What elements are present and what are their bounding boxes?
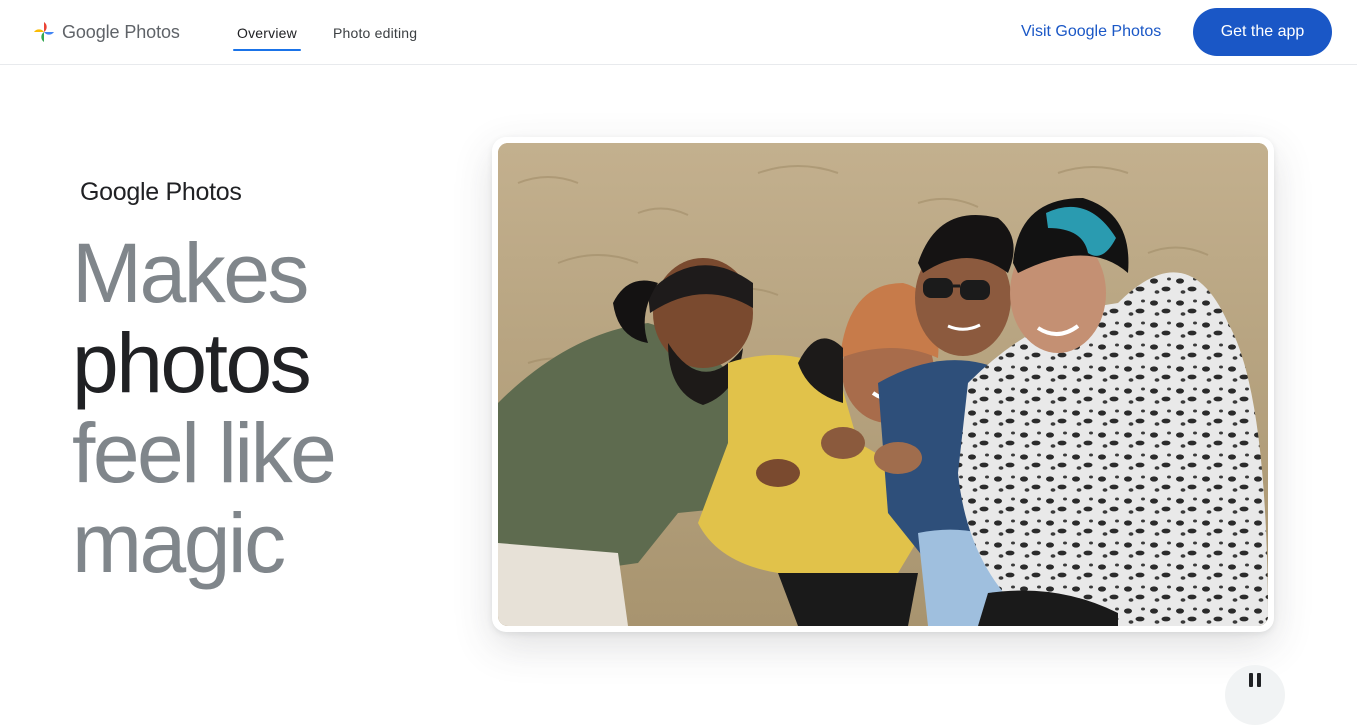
logo-photos-word: Photos (124, 21, 180, 42)
get-the-app-button[interactable]: Get the app (1193, 8, 1332, 56)
tab-photo-editing[interactable]: Photo editing (329, 0, 421, 65)
hero-product-wordmark: Google Photos (80, 178, 242, 207)
primary-tabs: Overview Photo editing (233, 0, 449, 65)
top-nav-bar: Google Photos Overview Photo editing Vis… (0, 0, 1357, 65)
logo-google-word: Google (62, 21, 120, 42)
tab-overview[interactable]: Overview (233, 0, 301, 65)
headline-line-3: feel like (72, 406, 337, 500)
hero-headline: Makes photos feel like magic (72, 226, 337, 590)
hero-brand-google: Google (80, 178, 159, 206)
hero-brand-photos: Photos (165, 178, 242, 206)
pause-icon (1249, 673, 1261, 687)
group-photo-illustration (498, 143, 1268, 626)
logo-text: Google Photos (62, 22, 180, 43)
headline-line-2: photos (72, 316, 312, 410)
carousel-pause-button[interactable] (1225, 665, 1285, 725)
headline-line-4: magic (72, 496, 286, 590)
google-photos-logo[interactable]: Google Photos (32, 19, 180, 45)
group-photo-on-beach (498, 143, 1268, 626)
headline-line-1: Makes (72, 226, 309, 320)
visit-google-photos-link[interactable]: Visit Google Photos (1021, 20, 1161, 44)
google-photos-pinwheel-icon (34, 22, 54, 42)
hero-photo-card (492, 137, 1274, 632)
